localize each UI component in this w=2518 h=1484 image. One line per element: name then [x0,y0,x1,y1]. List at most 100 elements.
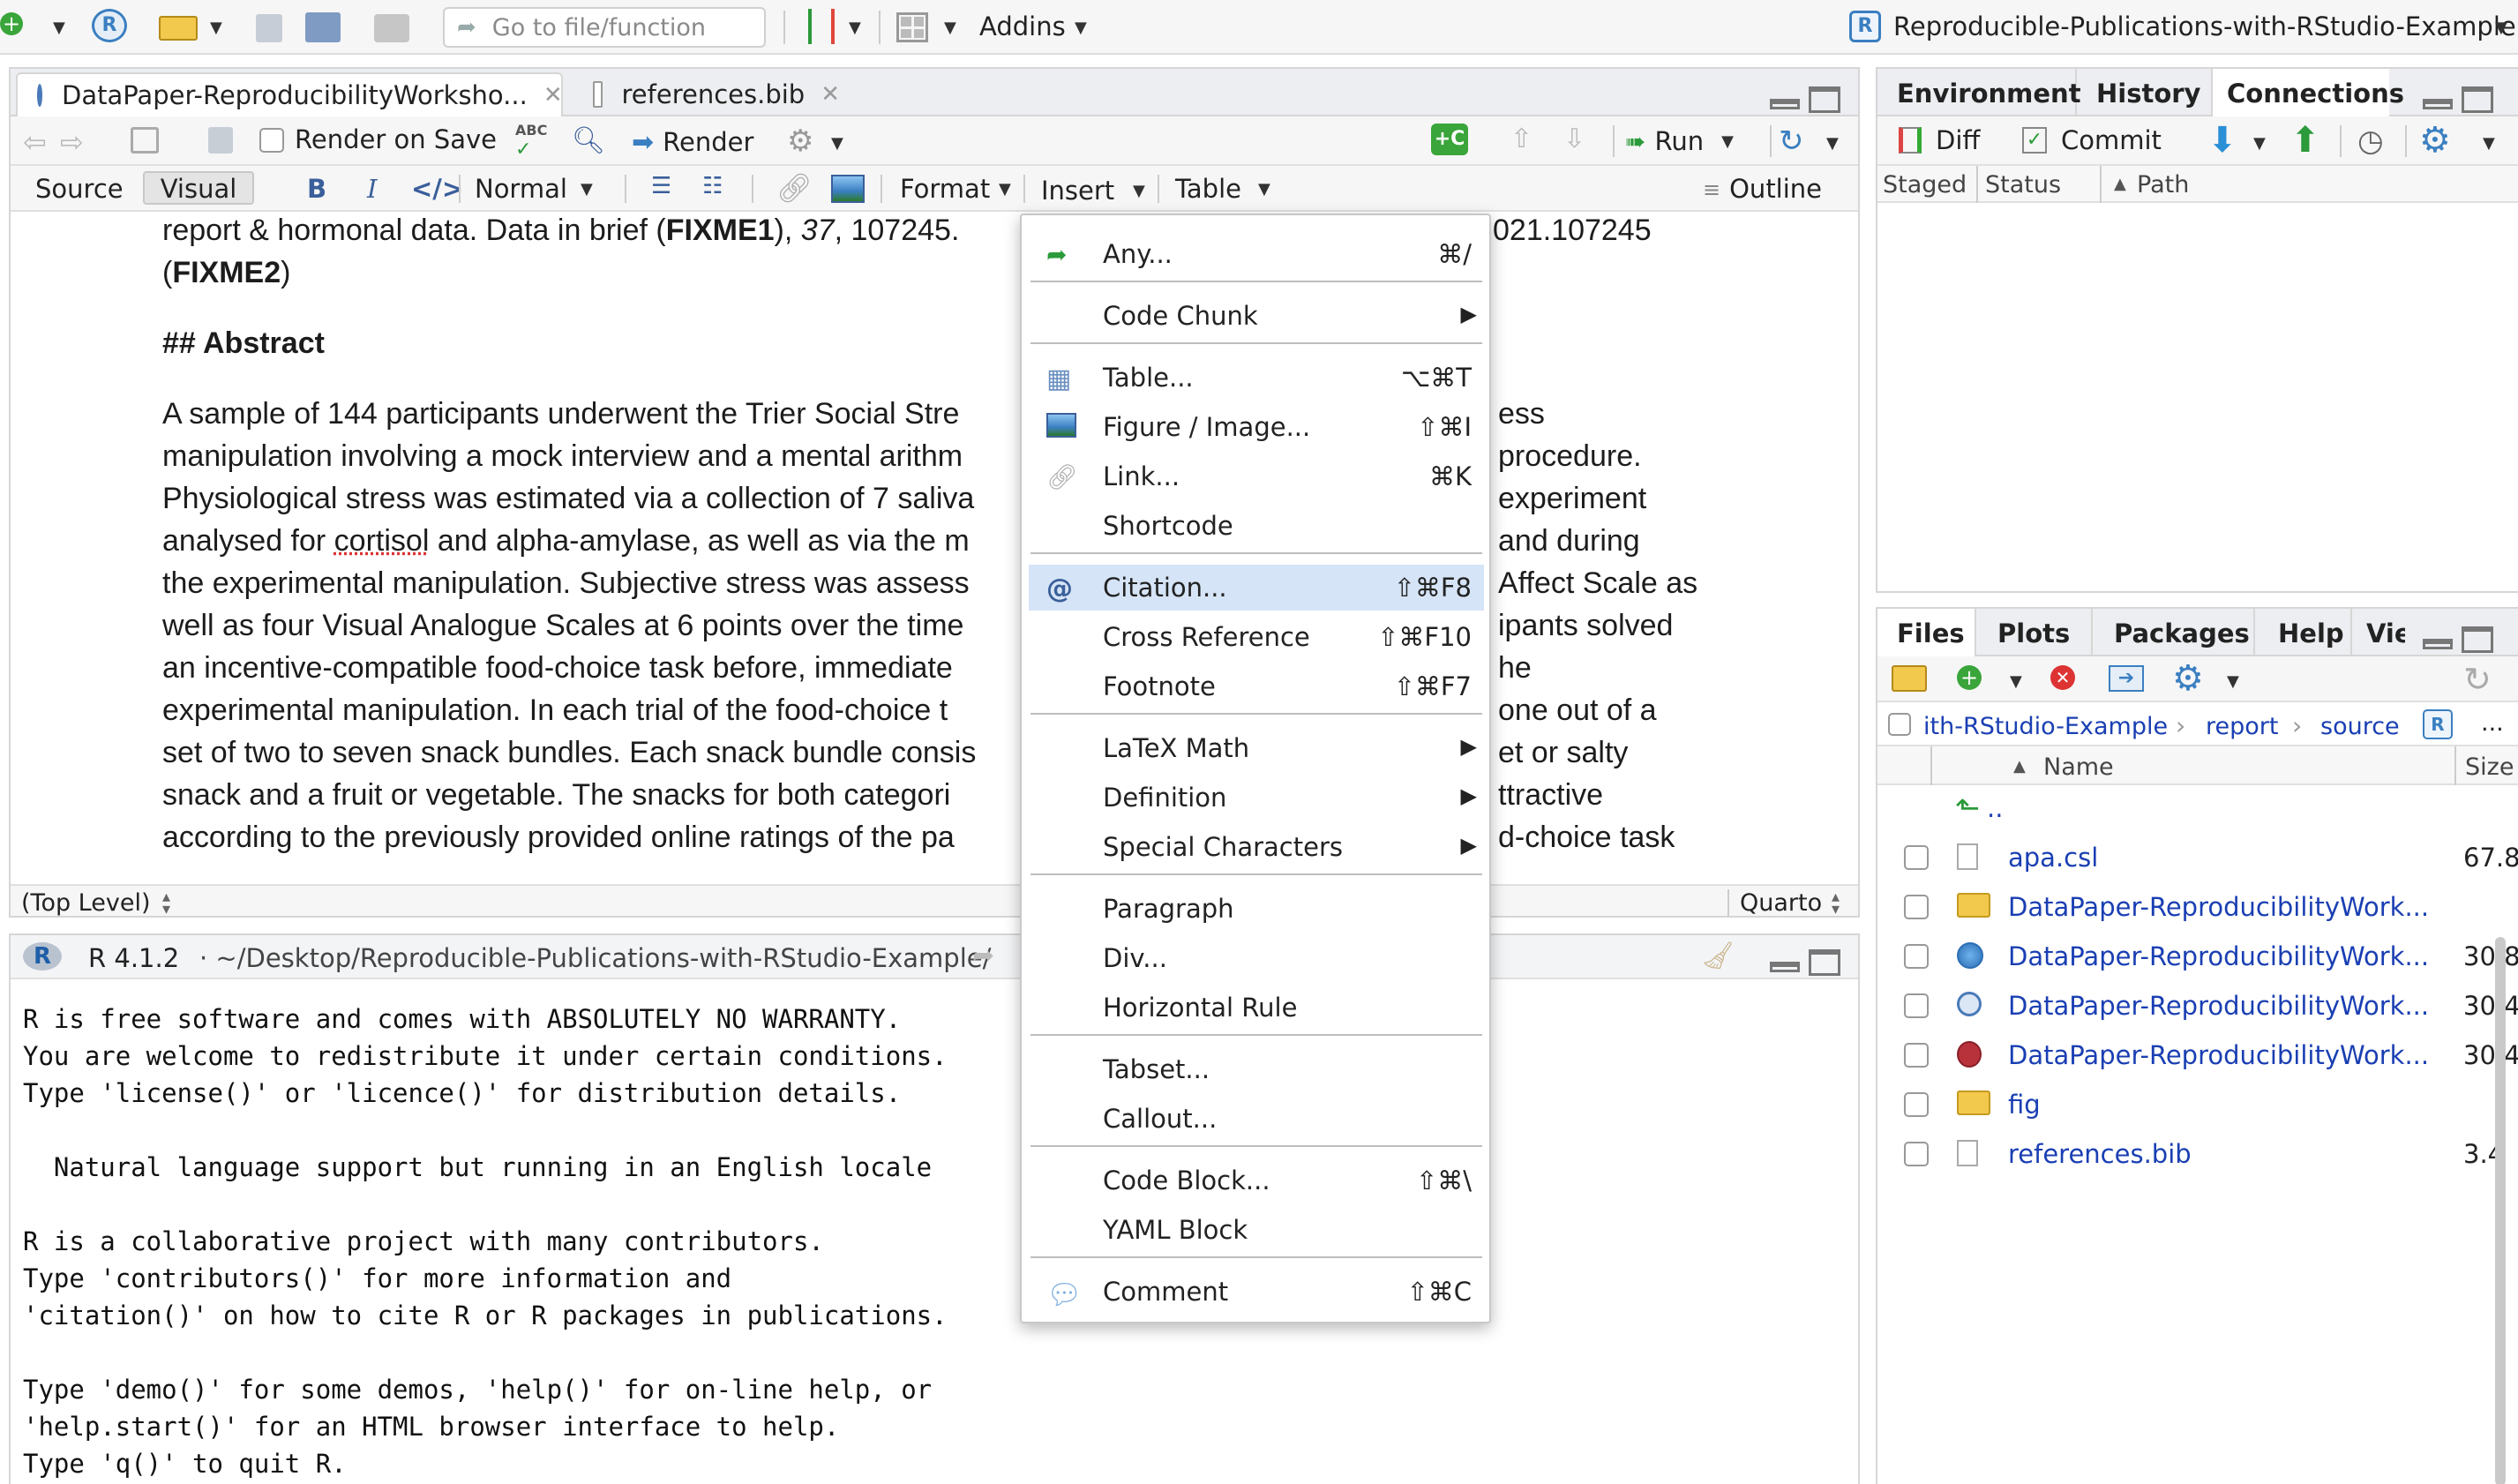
tab-connections[interactable]: Connections [2213,69,2404,116]
doc-type-indicator[interactable]: Quarto [1740,891,1822,915]
insert-dropdown-icon[interactable]: ▼ [1133,182,1145,200]
format-dropdown-icon[interactable]: ▼ [999,180,1011,199]
file-checkbox[interactable] [1904,895,1929,919]
rename-icon[interactable]: ➔ [2109,665,2144,692]
file-checkbox[interactable] [1904,993,1929,1018]
vertical-scrollbar[interactable] [2495,937,2506,1484]
console-output[interactable]: R is free software and comes with ABSOLU… [23,1001,1849,1482]
clear-console-icon[interactable]: 🧹︎ [1701,941,1735,971]
back-icon[interactable]: ⇦ [23,125,47,159]
file-name-link[interactable]: DataPaper-ReproducibilityWork... [2008,993,2429,1019]
files-gear-dropdown-icon[interactable]: ▼ [2227,672,2239,691]
tab-history[interactable]: History [2077,69,2213,116]
open-folder-icon[interactable] [159,16,198,41]
source-mode-button[interactable]: Source [35,176,124,202]
file-row[interactable]: DataPaper-ReproducibilityWork... 30.4 [1877,1031,2518,1080]
scope-updown-icon[interactable]: ▴ ▾ [162,889,170,917]
numbered-list-icon[interactable]: ☷ [702,173,723,199]
maximize-pane-icon[interactable] [2462,626,2493,653]
insert-menu[interactable]: Insert [1041,178,1114,204]
parent-dir-row[interactable]: ⬑ .. [1877,785,2518,833]
menu-item-code-block[interactable]: Code Block... ⇧⌘\ [1029,1158,1484,1203]
file-row[interactable]: DataPaper-ReproducibilityWork... 30.8 [1877,932,2518,981]
run-button[interactable]: ➠ Run ▼ [1625,127,1734,156]
spellcheck-icon[interactable]: ABC ✓ [515,122,547,161]
addins-dropdown-icon[interactable]: ▼ [1075,19,1087,37]
breadcrumb-item[interactable]: source [2320,715,2400,738]
new-project-icon[interactable]: R [92,9,127,42]
new-file-icon[interactable]: + [0,12,23,35]
project-name[interactable]: Reproducible-Publications-with-RStudio-E… [1893,14,2516,40]
menu-item-paragraph[interactable]: Paragraph [1029,886,1484,932]
goto-wd-icon[interactable]: ➦ [972,941,994,971]
new-blank-file-icon[interactable]: + [1957,665,1982,690]
tab-environment[interactable]: Environment [1877,69,2081,116]
tab-close-icon[interactable]: ✕ [821,81,840,108]
menu-item-citation[interactable]: @ Citation... ⇧⌘F8 [1029,565,1484,611]
project-dropdown-icon[interactable]: ▼ [2495,19,2507,37]
menu-item-link[interactable]: 🔗︎ Link... ⌘K [1029,453,1484,499]
col-path[interactable]: Path [2137,173,2189,197]
visual-mode-button[interactable]: Visual [143,171,254,205]
file-row[interactable]: fig [1877,1080,2495,1129]
file-row[interactable]: DataPaper-ReproducibilityWork... 30.4 [1877,981,2518,1031]
files-gear-icon[interactable]: ⚙ [2172,658,2204,699]
maximize-pane-icon[interactable] [1809,949,1840,976]
menu-item-footnote[interactable]: Footnote ⇧⌘F7 [1029,663,1484,709]
show-in-window-icon[interactable] [131,127,159,154]
italic-button[interactable]: I [367,176,377,202]
goto-file-input[interactable]: ➦ Go to file/function [443,7,766,48]
col-size[interactable]: Size [2465,755,2514,779]
render-button[interactable]: ➡ Render [632,127,753,158]
scope-indicator[interactable]: (Top Level) [21,891,150,915]
document-content[interactable]: report & hormonal data. Data in brief (F… [162,212,1856,884]
minimize-pane-icon[interactable] [1770,962,1800,972]
commit-button[interactable]: ✓ Commit [2022,127,2162,154]
print-icon[interactable] [374,14,409,42]
code-button[interactable]: </> [411,176,463,202]
more-options[interactable]: ... [2481,711,2504,735]
col-staged[interactable]: Staged [1883,173,1967,197]
workspace-panes-icon[interactable] [896,12,928,42]
render-on-save-toggle[interactable]: Render on Save [259,127,497,153]
menu-item-callout[interactable]: Callout... [1029,1096,1484,1142]
find-icon[interactable]: 🔍︎ [572,125,605,156]
save-file-icon[interactable] [208,127,233,154]
minimize-pane-icon[interactable] [1770,99,1800,109]
menu-item-yaml-block[interactable]: YAML Block [1029,1207,1484,1253]
working-directory[interactable]: · ~/Desktop/Reproducible-Publications-wi… [199,946,991,971]
bullet-list-icon[interactable]: ☰ [651,173,671,199]
block-style-select[interactable]: Normal [475,176,567,202]
diff-button[interactable]: Diff [1899,127,1980,154]
file-checkbox[interactable] [1904,1142,1929,1166]
new-folder-icon[interactable] [1892,665,1927,692]
menu-item-comment[interactable]: 💬︎ Comment ⇧⌘C [1029,1269,1484,1315]
file-checkbox[interactable] [1904,1043,1929,1068]
parent-dir-link[interactable]: .. [1987,796,2003,821]
breadcrumb-item[interactable]: report [2206,715,2278,738]
render-options-dropdown-icon[interactable]: ▼ [831,134,843,153]
menu-item-div[interactable]: Div... [1029,935,1484,981]
tab-files[interactable]: Files [1877,609,1976,656]
breadcrumb-checkbox[interactable] [1888,713,1911,736]
tab-datapaper[interactable]: DataPaper-ReproducibilityWorksho... ✕ [16,72,563,116]
workspace-panes-dropdown-icon[interactable]: ▼ [944,19,956,37]
menu-item-special-characters[interactable]: Special Characters ▶ [1029,824,1484,870]
doc-type-updown-icon[interactable]: ▴ ▾ [1832,889,1840,917]
forward-icon[interactable]: ⇨ [60,125,84,159]
git-dropdown-icon[interactable]: ▼ [849,19,861,37]
table-menu[interactable]: Table [1175,176,1241,202]
menu-item-latex-math[interactable]: LaTeX Math ▶ [1029,725,1484,771]
rerun-dropdown-icon[interactable]: ▼ [1826,134,1839,153]
image-icon[interactable] [831,175,865,203]
menu-item-shortcode[interactable]: Shortcode [1029,503,1484,549]
rerun-chunks-icon[interactable]: ↻ [1779,124,1804,159]
menu-item-cross-reference[interactable]: Cross Reference ⇧⌘F10 [1029,614,1484,660]
tab-viewer[interactable]: View [2352,609,2405,656]
save-icon[interactable] [256,14,282,42]
file-name-link[interactable]: DataPaper-ReproducibilityWork... [2008,895,2429,920]
render-on-save-checkbox[interactable] [259,127,284,153]
render-options-gear-icon[interactable]: ⚙ [787,124,813,159]
menu-item-horizontal-rule[interactable]: Horizontal Rule [1029,985,1484,1031]
history-clock-icon[interactable]: ◷ [2357,124,2384,159]
